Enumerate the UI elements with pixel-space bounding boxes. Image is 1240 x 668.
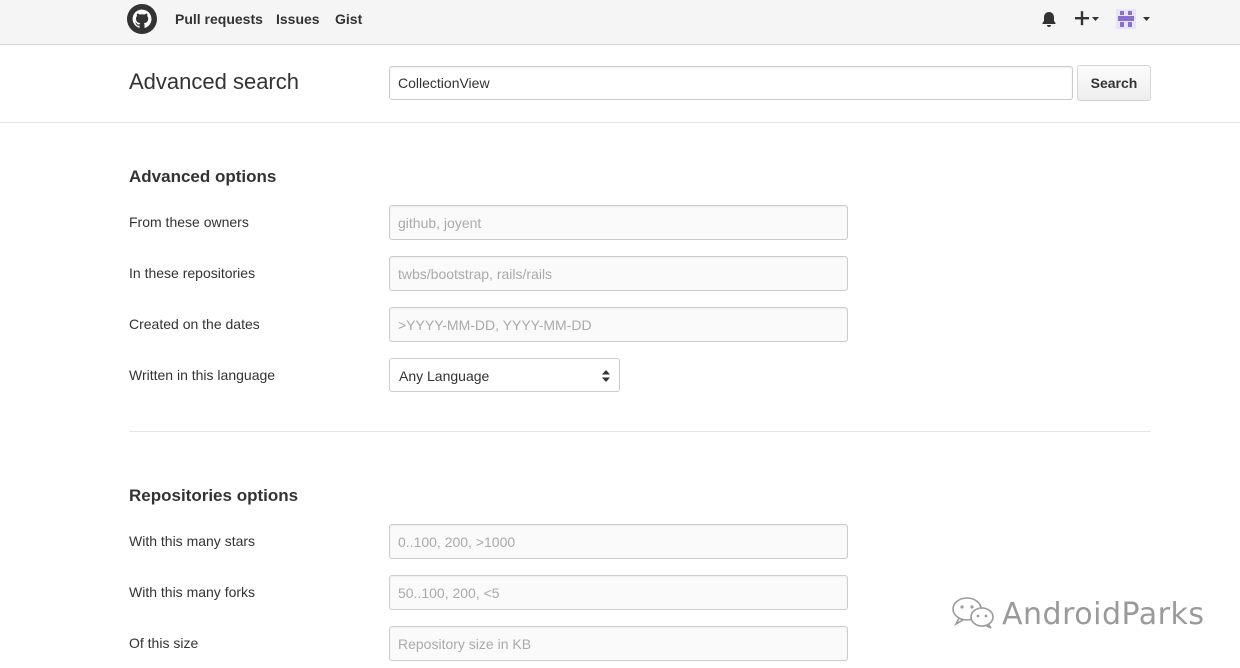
bell-icon[interactable] (1040, 10, 1058, 28)
user-menu[interactable] (1116, 8, 1154, 30)
select-arrows-icon (602, 370, 610, 382)
owners-input[interactable] (389, 205, 848, 240)
avatar[interactable] (1116, 8, 1154, 30)
page-title: Advanced search (129, 69, 299, 94)
search-input[interactable] (389, 66, 1073, 100)
top-navigation-bar: Pull requests Issues Gist (0, 0, 1240, 45)
size-label: Of this size (129, 635, 199, 651)
repositories-input[interactable] (389, 256, 848, 291)
search-header: Advanced search Search (0, 45, 1240, 123)
nav-pull-requests[interactable]: Pull requests (175, 11, 263, 27)
advanced-options-title: Advanced options (129, 167, 277, 186)
plus-icon[interactable] (1074, 9, 1102, 27)
search-button[interactable]: Search (1077, 65, 1151, 101)
forks-input[interactable] (389, 575, 848, 610)
wechat-icon (952, 597, 994, 629)
owners-label: From these owners (129, 214, 249, 230)
size-input[interactable] (389, 626, 848, 661)
nav-gist[interactable]: Gist (335, 11, 362, 27)
stars-label: With this many stars (129, 533, 256, 549)
dates-label: Created on the dates (129, 316, 260, 332)
chevron-down-icon (1143, 17, 1150, 21)
repositories-label: In these repositories (129, 265, 256, 281)
watermark-text: AndroidParks (1002, 597, 1205, 632)
section-divider (129, 431, 1151, 432)
language-label: Written in this language (129, 367, 276, 383)
watermark: AndroidParks (950, 594, 1210, 634)
dates-input[interactable] (389, 307, 848, 342)
forks-label: With this many forks (129, 584, 256, 600)
repositories-options-title: Repositories options (129, 486, 299, 505)
nav-issues[interactable]: Issues (276, 11, 320, 27)
github-logo-icon[interactable] (126, 3, 158, 35)
language-select-value: Any Language (399, 368, 490, 384)
stars-input[interactable] (389, 524, 848, 559)
language-select[interactable]: Any Language (389, 358, 620, 392)
